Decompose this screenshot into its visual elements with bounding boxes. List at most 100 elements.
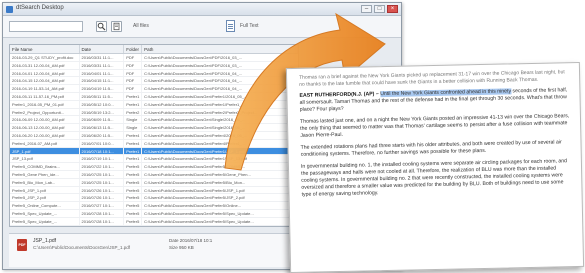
cell-date: 2016/06/13 11:5... — [80, 124, 125, 131]
cell-file-name: JSP_1.pdf — [10, 147, 80, 155]
search-input[interactable] — [9, 21, 83, 32]
table-row[interactable]: Prefer5_JSP_2.pdf 2016/07/26 10:1... Prefe… — [10, 194, 298, 203]
detail-file-name: JSP_1.pdf — [33, 238, 57, 244]
cell-folder: Prefer1 — [124, 100, 143, 108]
cell-file-name: 2016-06-09 12-00-00_AM.pdf — [10, 116, 80, 124]
cell-path: C:\Users\Public\Documents\DocsGen\Prefer… — [144, 93, 248, 99]
cell-file-name: 2016-05-11 11-57-16_PM.pdf — [10, 92, 80, 100]
table-row[interactable]: 2016-05-11 11-57-16_PM.pdf 2016/05/11 11:… — [10, 92, 298, 101]
cell-folder: Prefer1 — [124, 155, 143, 163]
table-row[interactable]: Prefer5_Spec_Update_... 2016/07/28 10:1..… — [10, 217, 298, 226]
cell-path: C:\Users\Public\Documents\DocsGen\Prefer… — [144, 218, 254, 224]
table-row[interactable]: Prefer5_Spec_Update_... 2016/07/28 10:1..… — [10, 209, 298, 218]
table-row[interactable]: 2016-06-09 12-00-00_AM.pdf 2016/06/09 11:… — [10, 116, 298, 125]
table-row[interactable]: 2016-04-01 12-00-04_AM.pdf 2016/04/01 11:… — [10, 69, 298, 78]
cell-path: C:\Users\Public\Documents\DocsGen\Prefer… — [144, 156, 247, 162]
cell-date: 2016/04/01 11:1... — [80, 69, 125, 77]
table-row[interactable]: 2016-06-13 12-00-00_AM.pdf 2016/06/13 11:… — [10, 124, 298, 132]
cell-folder: Prefer1 — [124, 92, 143, 100]
cell-file-name: 2016-04-15 12-00-04_AM.pdf — [10, 77, 80, 85]
cell-date: 2016/07/22 10:1... — [80, 163, 125, 170]
cell-folder: Prefer1 — [124, 147, 143, 155]
cell-date: 2016/07/18 10:1... — [80, 147, 125, 155]
table-row[interactable]: 2016-04-19 11-53-14_AM.pdf 2016/04/19 11:… — [10, 85, 298, 93]
column-header-folder[interactable]: Folder — [124, 45, 143, 53]
table-row[interactable]: 2016-03-31 12-00-04_AM.pdf 2016/03/31 11:… — [10, 61, 298, 70]
cell-path: C:\Users\Public\Documents\DocsGen\Prefer… — [144, 187, 245, 193]
preview-paragraph-2: Thomas lasted just one, and on a night t… — [299, 113, 570, 139]
app-icon — [6, 6, 13, 13]
cell-folder: PDF — [124, 69, 143, 77]
cell-folder: Prefer4 — [124, 131, 143, 139]
cell-path: C:\Users\Public\Documents\DocsGen\Prefer… — [144, 148, 245, 154]
cell-path: C:\Users\Public\Documents\DocsGen\Prefer… — [144, 164, 246, 170]
window-controls: – □ × — [361, 5, 398, 13]
cell-file-name: 2016-03-29_Q1 STUDY_profit.doc — [10, 54, 80, 61]
document-icon — [226, 20, 235, 32]
cell-date: 2016/04/15 11:1... — [80, 77, 125, 85]
table-row[interactable]: Prefer2_Project_Opportunit... 2016/05/19 … — [10, 108, 298, 117]
fulltext-label[interactable]: Full Text — [240, 23, 259, 29]
cell-file-name: Prefer5_Gene Phen_Ide... — [10, 170, 80, 178]
maximize-button[interactable]: □ — [374, 5, 385, 13]
cell-path: C:\Users\Public\Documents\DocsGen\PDF\20… — [144, 86, 243, 92]
column-header-date[interactable]: Date — [80, 45, 125, 53]
cell-path: C:\Users\Public\Documents\DocsGen\Prefer… — [144, 210, 254, 216]
cell-date: 2016/04/19 11:5... — [80, 85, 125, 92]
cell-file-name: 2016-04-01 12-00-04_AM.pdf — [10, 69, 80, 77]
table-row[interactable]: JSP_1.pdf 2016/07/18 10:1... Prefer1 C:\Use… — [10, 147, 298, 156]
cell-file-name: Prefer4_2016-07_AM.pdf — [10, 139, 80, 147]
close-button[interactable]: × — [387, 5, 398, 13]
cell-path: C:\Users\Public\Documents\DocsGen\PDF\20… — [144, 78, 243, 84]
cell-path: C:\Users\Public\Documents\DocsGen\PDF\20… — [144, 70, 243, 76]
cell-path: C:\Users\Public\Documents\DocsGen\Prefer… — [144, 179, 246, 185]
cell-folder: PDF — [124, 77, 143, 85]
table-row[interactable]: Prefer5_Bio_Mon_Lab... 2016/07/25 10:1...… — [10, 178, 298, 187]
cell-file-name: Prefer2_Project_Opportunit... — [10, 108, 80, 116]
cell-date: 2016/03/31 11:1... — [80, 54, 125, 61]
cell-path: C:\Users\Public\Documents\DocsGen\Prefer… — [144, 140, 245, 146]
minimize-button[interactable]: – — [361, 5, 372, 13]
table-row[interactable]: 2016-04-15 12-00-04_AM.pdf 2016/04/15 11:… — [10, 77, 298, 86]
detail-file-date: Date 2016/07/18 10:1 — [169, 238, 213, 243]
table-row[interactable]: Prefer5_COMMD_Brains... 2016/07/22 10:1..… — [10, 163, 298, 171]
column-header-name[interactable]: File Name — [10, 45, 80, 53]
cell-date: 2016/07/28 10:1... — [80, 217, 125, 225]
table-row[interactable]: Prefer5_Gene Phen_Ide... 2016/07/25 10:1.… — [10, 170, 298, 179]
table-row[interactable]: Prefer4_2016-07_AM.pdf 2016/07/01 10:0...… — [10, 139, 298, 148]
toolbar: All files Full Text — [3, 16, 401, 38]
table-row[interactable]: Prefer5_JSP_1.pdf 2016/07/26 10:1... Prefe… — [10, 186, 298, 195]
cell-folder: Prefer5 — [124, 217, 143, 225]
window-title: dtSearch Desktop — [16, 5, 64, 11]
cell-path: C:\Users\Public\Documents\DocsGen\Prefer… — [144, 203, 242, 209]
cell-file-name: JSP_13.pdf — [10, 155, 80, 163]
cell-folder: Prefer4 — [124, 139, 143, 147]
filter-label[interactable]: All files — [133, 23, 149, 29]
preview-intro: Thomas ran a brief against the New York … — [299, 69, 565, 88]
table-row[interactable]: Prefer1_2016-05_PM_01.pdf 2016/05/12 10:0… — [10, 100, 298, 109]
cell-path: C:\Users\Public\Documents\DocsGen\PDF\20… — [144, 55, 243, 60]
cell-folder: Prefer5 — [124, 163, 143, 170]
cell-folder: Prefer5 — [124, 170, 143, 178]
search-icon[interactable] — [96, 21, 107, 32]
cell-path: C:\Users\Public\Documents\DocsGen\Prefer… — [144, 132, 248, 138]
file-table: File Name Date Folder Path 2016-03-29_Q1… — [9, 44, 299, 227]
cell-path: C:\Users\Public\Documents\DocsGen\Single… — [144, 117, 246, 123]
cell-folder: PDF — [124, 61, 143, 69]
preview-paragraph-4: In governmental building no. 1, the inst… — [300, 158, 568, 198]
document-preview: Thomas ran a brief against the New York … — [285, 61, 585, 273]
cell-file-name: Prefer5_Online_Compute... — [10, 202, 80, 209]
cell-file-name: 2016-06-13 12-00-00_AM.pdf — [10, 124, 80, 131]
cell-date: 2016/07/26 10:1... — [80, 194, 125, 202]
table-header: File Name Date Folder Path — [10, 45, 298, 54]
document-options-icon[interactable] — [111, 21, 122, 32]
cell-folder: Single — [124, 116, 143, 124]
table-row[interactable]: 2016-03-29_Q1 STUDY_profit.doc 2016/03/31… — [10, 54, 298, 62]
table-row[interactable]: JSP_13.pdf 2016/07/19 10:1... Prefer1 C:\Us… — [10, 155, 298, 164]
title-bar: dtSearch Desktop – □ × — [3, 3, 401, 16]
table-row[interactable]: Prefer5_Online_Compute... 2016/07/27 10:1… — [10, 202, 298, 210]
cell-path: C:\Users\Public\Documents\DocsGen\Prefer… — [144, 109, 258, 115]
column-header-path[interactable]: Path — [142, 45, 298, 53]
cell-date: 2016/05/19 13:2... — [80, 108, 125, 116]
table-row[interactable]: 2016-06-20 12-00-00_AM.pdf 2016/06/20 11:… — [10, 131, 298, 140]
